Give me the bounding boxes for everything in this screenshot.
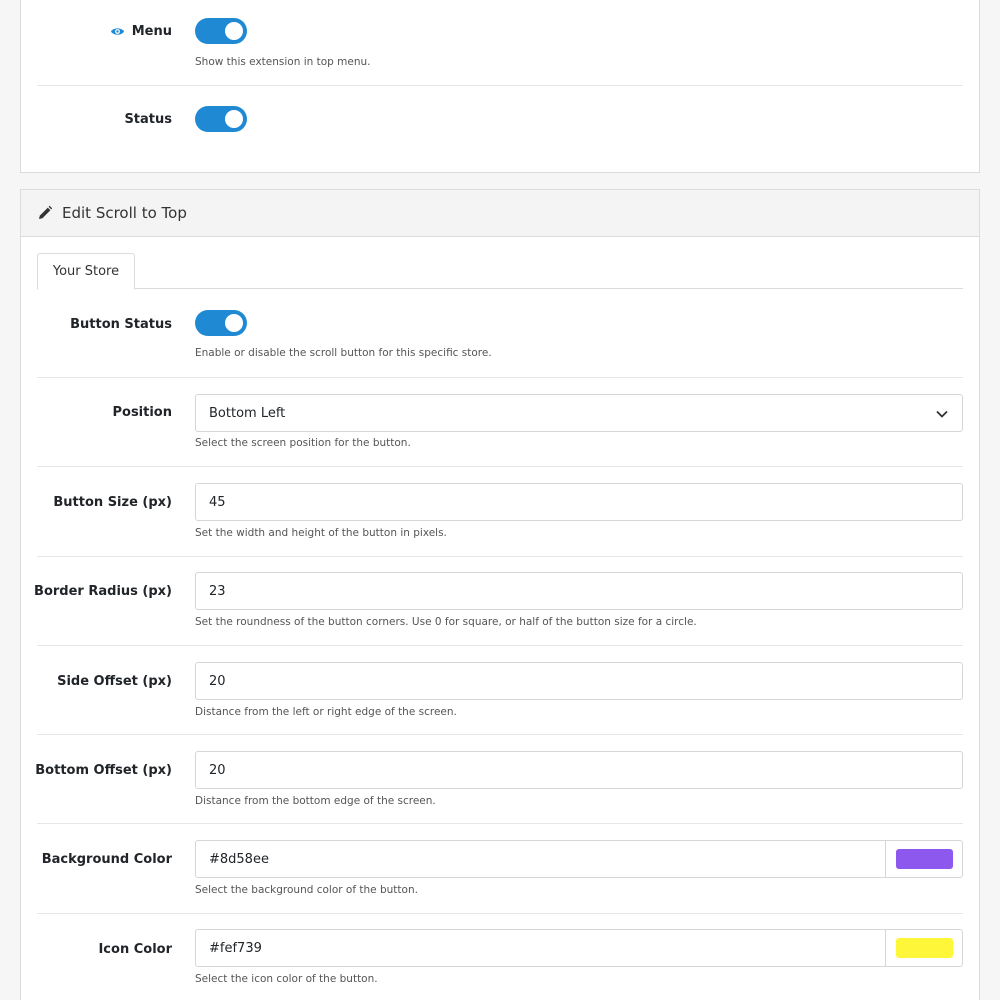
border-radius-label: Border Radius (px) bbox=[34, 584, 172, 599]
background-color-picker[interactable] bbox=[885, 841, 962, 877]
side-offset-row: Side Offset (px) 20 Distance from the le… bbox=[37, 646, 963, 735]
position-row: Position Bottom Left Select the screen p… bbox=[37, 378, 963, 467]
background-color-row: Background Color #8d58ee Select the back… bbox=[37, 824, 963, 914]
icon-color-input[interactable]: #fef739 bbox=[195, 929, 963, 967]
button-size-input[interactable]: 45 bbox=[195, 483, 963, 521]
icon-color-row: Icon Color #fef739 Select the icon color… bbox=[37, 914, 963, 1000]
status-toggle[interactable] bbox=[195, 106, 247, 132]
menu-row: Menu Show this extension in top menu. bbox=[37, 0, 963, 86]
panel-title: Edit Scroll to Top bbox=[62, 204, 187, 222]
button-size-value: 45 bbox=[209, 494, 226, 510]
bottom-offset-value: 20 bbox=[209, 762, 226, 778]
background-color-help: Select the background color of the butto… bbox=[195, 884, 418, 896]
button-status-label: Button Status bbox=[70, 317, 172, 332]
eye-icon bbox=[110, 28, 124, 35]
panel-header: Edit Scroll to Top bbox=[21, 190, 979, 237]
icon-color-value: #fef739 bbox=[209, 940, 262, 956]
position-select[interactable]: Bottom Left bbox=[195, 394, 963, 432]
status-row: Status bbox=[37, 86, 963, 173]
bottom-offset-label: Bottom Offset (px) bbox=[35, 763, 172, 778]
border-radius-input[interactable]: 23 bbox=[195, 572, 963, 610]
position-label: Position bbox=[112, 405, 172, 420]
store-tabs: Your Store bbox=[37, 253, 963, 290]
side-offset-help: Distance from the left or right edge of … bbox=[195, 706, 457, 718]
side-offset-value: 20 bbox=[209, 673, 226, 689]
position-selected-value: Bottom Left bbox=[209, 405, 286, 421]
chevron-down-icon bbox=[936, 410, 948, 418]
position-help: Select the screen position for the butto… bbox=[195, 437, 411, 449]
bottom-offset-row: Bottom Offset (px) 20 Distance from the … bbox=[35, 735, 963, 824]
status-label: Status bbox=[124, 112, 172, 127]
bottom-offset-input[interactable]: 20 bbox=[195, 751, 963, 789]
background-color-swatch bbox=[895, 849, 953, 869]
icon-color-help: Select the icon color of the button. bbox=[195, 973, 378, 985]
tab-your-store[interactable]: Your Store bbox=[37, 253, 135, 290]
icon-color-label: Icon Color bbox=[98, 942, 172, 957]
icon-color-picker[interactable] bbox=[885, 930, 962, 966]
menu-help-text: Show this extension in top menu. bbox=[195, 56, 371, 68]
menu-label: Menu bbox=[110, 24, 172, 39]
toggle-knob bbox=[225, 110, 243, 128]
side-offset-label: Side Offset (px) bbox=[57, 674, 172, 689]
pencil-icon bbox=[39, 205, 53, 219]
side-offset-input[interactable]: 20 bbox=[195, 662, 963, 700]
button-size-row: Button Size (px) 45 Set the width and he… bbox=[37, 467, 963, 557]
border-radius-value: 23 bbox=[209, 583, 226, 599]
border-radius-help: Set the roundness of the button corners.… bbox=[195, 616, 697, 628]
background-color-value: #8d58ee bbox=[209, 851, 269, 867]
menu-toggle[interactable] bbox=[195, 18, 247, 44]
edit-panel: Edit Scroll to Top Your Store Button Sta… bbox=[20, 189, 980, 1000]
button-size-help: Set the width and height of the button i… bbox=[195, 527, 447, 539]
border-radius-row: Border Radius (px) 23 Set the roundness … bbox=[34, 557, 963, 646]
button-status-toggle[interactable] bbox=[195, 310, 247, 336]
background-color-input[interactable]: #8d58ee bbox=[195, 840, 963, 878]
toggle-knob bbox=[225, 314, 243, 332]
button-status-row: Button Status Enable or disable the scro… bbox=[37, 289, 963, 378]
button-status-help: Enable or disable the scroll button for … bbox=[195, 347, 492, 359]
toggle-knob bbox=[225, 22, 243, 40]
bottom-offset-help: Distance from the bottom edge of the scr… bbox=[195, 795, 436, 807]
button-size-label: Button Size (px) bbox=[53, 495, 172, 510]
background-color-label: Background Color bbox=[41, 852, 172, 867]
icon-color-swatch bbox=[895, 938, 953, 958]
extension-settings-card: Menu Show this extension in top menu. St… bbox=[20, 0, 980, 173]
